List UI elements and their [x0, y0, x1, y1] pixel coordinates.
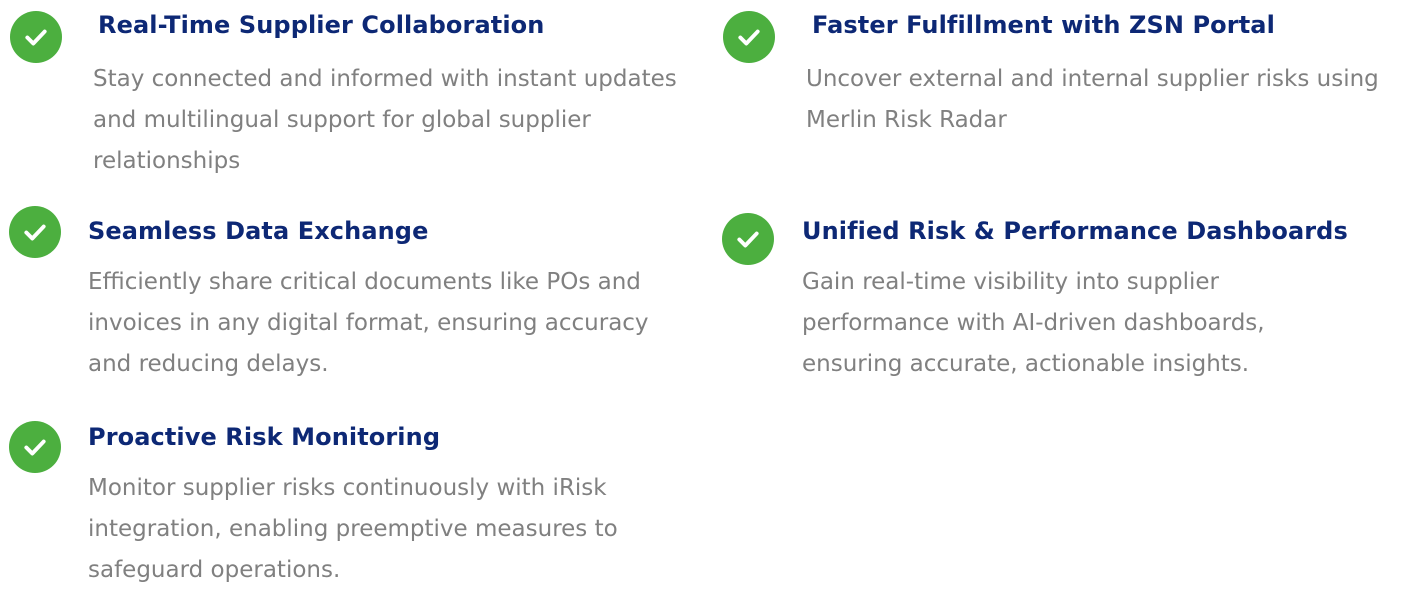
feature-description: Uncover external and internal supplier r…	[806, 66, 1379, 133]
check-circle-icon	[9, 421, 61, 473]
feature-description: Stay connected and informed with instant…	[93, 66, 677, 174]
feature-title: Seamless Data Exchange	[88, 217, 429, 245]
feature-title: Proactive Risk Monitoring	[88, 423, 441, 451]
check-circle-icon	[10, 11, 62, 63]
feature-description: Gain real-time visibility into supplier …	[802, 269, 1265, 377]
feature-title: Real-Time Supplier Collaboration	[98, 11, 545, 39]
check-circle-icon	[722, 213, 774, 265]
feature-title: Unified Risk & Performance Dashboards	[802, 217, 1348, 245]
feature-title: Faster Fulfillment with ZSN Portal	[812, 11, 1275, 39]
feature-description: Monitor supplier risks continuously with…	[88, 475, 618, 583]
check-circle-icon	[723, 11, 775, 63]
feature-description: Efficiently share critical documents lik…	[88, 269, 649, 377]
check-circle-icon	[9, 206, 61, 258]
